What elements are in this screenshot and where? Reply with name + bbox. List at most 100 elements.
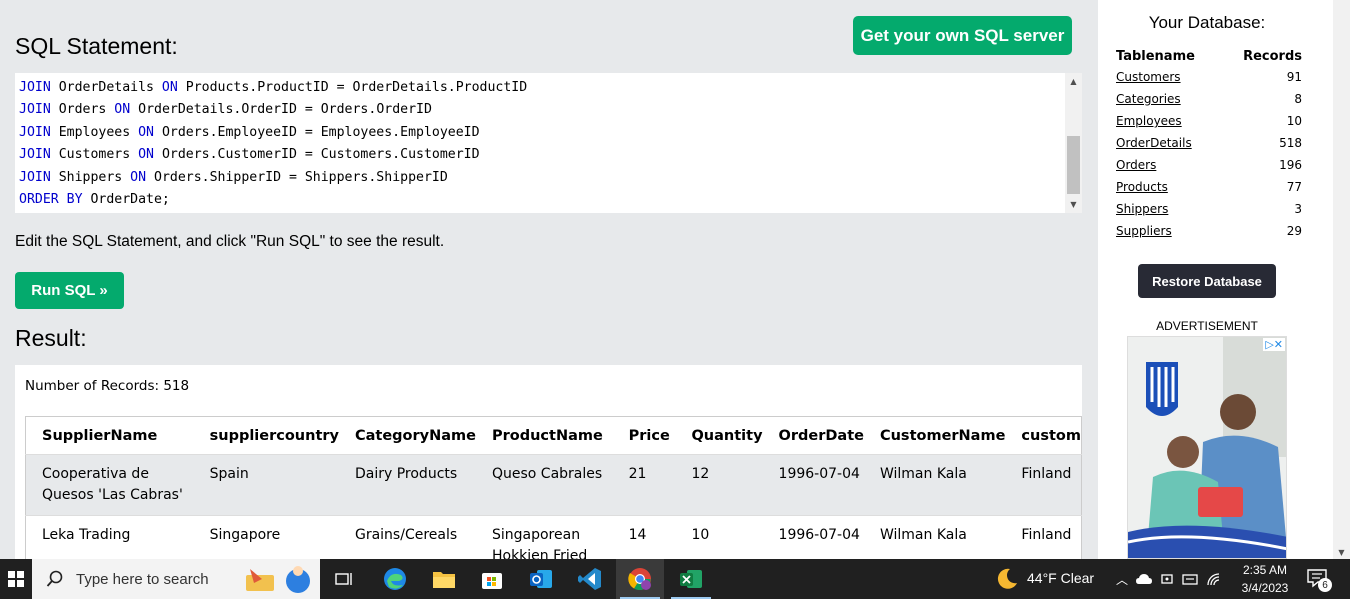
- sql-code-line: ORDER BY OrderDate;: [19, 189, 527, 211]
- get-own-sql-server-button[interactable]: Get your own SQL server: [853, 16, 1072, 55]
- advertisement-image[interactable]: ▷✕: [1127, 336, 1287, 559]
- sql-text: Employees: [50, 124, 139, 140]
- run-sql-button[interactable]: Run SQL »: [15, 272, 124, 309]
- scroll-down-icon[interactable]: ▼: [1065, 196, 1082, 213]
- table-cell: Singapore: [209, 527, 281, 543]
- scroll-up-icon[interactable]: ▲: [1065, 73, 1082, 90]
- column-header: custom: [1005, 416, 1082, 455]
- editor-scrollbar[interactable]: ▲ ▼: [1065, 73, 1082, 213]
- table-link-suppliers[interactable]: Suppliers: [1116, 220, 1223, 242]
- sql-keyword: ON: [114, 102, 131, 118]
- scrollbar-thumb[interactable]: [1067, 136, 1080, 194]
- weather-moon-icon: [997, 568, 1017, 589]
- column-header: CustomerName: [863, 416, 1006, 455]
- sql-keyword: ON: [161, 80, 178, 95]
- column-header: OrderDate: [762, 416, 864, 455]
- store-taskbar-button[interactable]: [468, 559, 516, 599]
- wifi-icon[interactable]: [1206, 572, 1222, 586]
- record-count-cell: 3: [1294, 202, 1302, 216]
- excel-icon: [680, 570, 702, 588]
- file-explorer-taskbar-button[interactable]: [420, 559, 468, 599]
- taskbar-search-box[interactable]: Type here to search: [32, 559, 320, 599]
- page-scrollbar[interactable]: ▼: [1333, 0, 1350, 559]
- sql-text: OrderDate;: [82, 192, 170, 208]
- excel-taskbar-button[interactable]: [667, 559, 715, 599]
- record-count: Number of Records: 518: [25, 378, 190, 394]
- table-cell: 1996-07-04: [778, 466, 860, 482]
- database-table-row: Customers 91: [1116, 66, 1302, 88]
- edge-browser-icon: [384, 568, 406, 590]
- table-cell: Dairy Products: [354, 466, 458, 482]
- table-cell: Finland: [1021, 466, 1072, 482]
- notification-badge: 6: [1318, 578, 1332, 592]
- system-tray: ︿: [1116, 569, 1231, 589]
- table-link-products[interactable]: Products: [1116, 176, 1223, 198]
- table-cell: Leka Trading: [42, 527, 131, 543]
- table-row: Leka Trading Singapore Grains/Cereals Singa…: [25, 515, 1082, 559]
- outlook-taskbar-button[interactable]: [517, 559, 565, 599]
- sql-text: Products.ProductID = OrderDetails.Produc…: [177, 80, 528, 95]
- table-cell: Singaporean Hokkien Fried: [491, 527, 588, 559]
- database-table-row: Orders 196: [1116, 154, 1302, 176]
- sql-keyword: JOIN: [19, 147, 51, 163]
- sql-text: Shippers: [50, 169, 131, 185]
- column-header: ProductName: [475, 416, 613, 455]
- sql-text: Customers: [50, 147, 139, 163]
- task-view-button[interactable]: [320, 559, 368, 599]
- record-count-cell: 77: [1286, 180, 1302, 194]
- table-cell: Cooperativa de Quesos 'Las Cabras': [42, 466, 183, 503]
- sql-text: Orders.CustomerID = Customers.CustomerID: [154, 147, 480, 163]
- database-sidebar: Your Database: Tablename Records Custome…: [1098, 0, 1333, 559]
- table-link-categories[interactable]: Categories: [1116, 88, 1223, 110]
- table-cell: 10: [691, 527, 710, 543]
- search-icon: [46, 570, 63, 587]
- table-link-shippers[interactable]: Shippers: [1116, 198, 1223, 220]
- table-row: Cooperativa de Quesos 'Las Cabras' Spain D…: [25, 454, 1082, 516]
- sql-code[interactable]: JOIN OrderDetails ON Products.ProductID …: [19, 77, 527, 211]
- tray-chevron-up-icon[interactable]: ︿: [1116, 571, 1128, 588]
- record-count-cell: 91: [1286, 70, 1302, 84]
- page-scroll-down-icon[interactable]: ▼: [1333, 548, 1350, 557]
- table-link-orderdetails[interactable]: OrderDetails: [1116, 132, 1223, 154]
- table-cell: 21: [628, 466, 647, 482]
- result-heading: Result:: [15, 325, 87, 351]
- chrome-taskbar-button[interactable]: [616, 559, 664, 599]
- table-cell: Spain: [209, 466, 249, 482]
- database-table-row: Shippers 3: [1116, 198, 1302, 220]
- table-cell: 1996-07-04: [778, 527, 860, 543]
- table-cell: 12: [691, 466, 710, 482]
- column-header: Quantity: [675, 416, 763, 455]
- start-button[interactable]: [0, 559, 32, 599]
- edge-taskbar-button[interactable]: [371, 559, 419, 599]
- column-header: suppliercountry: [193, 416, 339, 455]
- restore-database-button[interactable]: Restore Database: [1138, 264, 1276, 298]
- weather-text[interactable]: 44°F Clear: [1027, 570, 1094, 586]
- task-view-icon: [335, 573, 352, 585]
- vscode-taskbar-button[interactable]: [566, 559, 614, 599]
- record-count-cell: 196: [1279, 158, 1302, 172]
- result-table: SupplierName suppliercountry CategoryName P…: [25, 416, 1082, 559]
- table-link-customers[interactable]: Customers: [1116, 66, 1223, 88]
- sql-keyword: JOIN: [19, 169, 51, 185]
- column-header: CategoryName: [338, 416, 476, 455]
- sql-code-line: JOIN Shippers ON Orders.ShipperID = Ship…: [19, 167, 527, 189]
- table-link-employees[interactable]: Employees: [1116, 110, 1223, 132]
- tablename-header: Tablename: [1116, 48, 1195, 64]
- onedrive-cloud-icon[interactable]: [1136, 573, 1153, 585]
- taskbar-clock[interactable]: 2:35 AM 3/4/2023: [1240, 561, 1290, 597]
- sql-text: Orders: [50, 102, 115, 118]
- ad-close-icon[interactable]: ▷✕: [1263, 338, 1285, 351]
- sql-code-line: JOIN Customers ON Orders.CustomerID = Cu…: [19, 144, 527, 166]
- column-header: SupplierName: [25, 416, 194, 455]
- table-link-orders[interactable]: Orders: [1116, 154, 1223, 176]
- records-header: Records: [1243, 48, 1302, 64]
- instruction-text: Edit the SQL Statement, and click "Run S…: [15, 233, 445, 250]
- sql-text: Orders.ShipperID = Shippers.ShipperID: [146, 169, 448, 185]
- sql-editor[interactable]: JOIN OrderDetails ON Products.ProductID …: [15, 73, 1082, 213]
- network-icon[interactable]: [1182, 572, 1198, 586]
- sql-text: OrderDetails: [50, 80, 162, 95]
- notification-center-button[interactable]: 6: [1306, 568, 1332, 592]
- database-table-row: OrderDetails 518: [1116, 132, 1302, 154]
- meet-now-icon[interactable]: [1160, 572, 1174, 586]
- sql-code-line: JOIN Orders ON OrderDetails.OrderID = Or…: [19, 99, 527, 121]
